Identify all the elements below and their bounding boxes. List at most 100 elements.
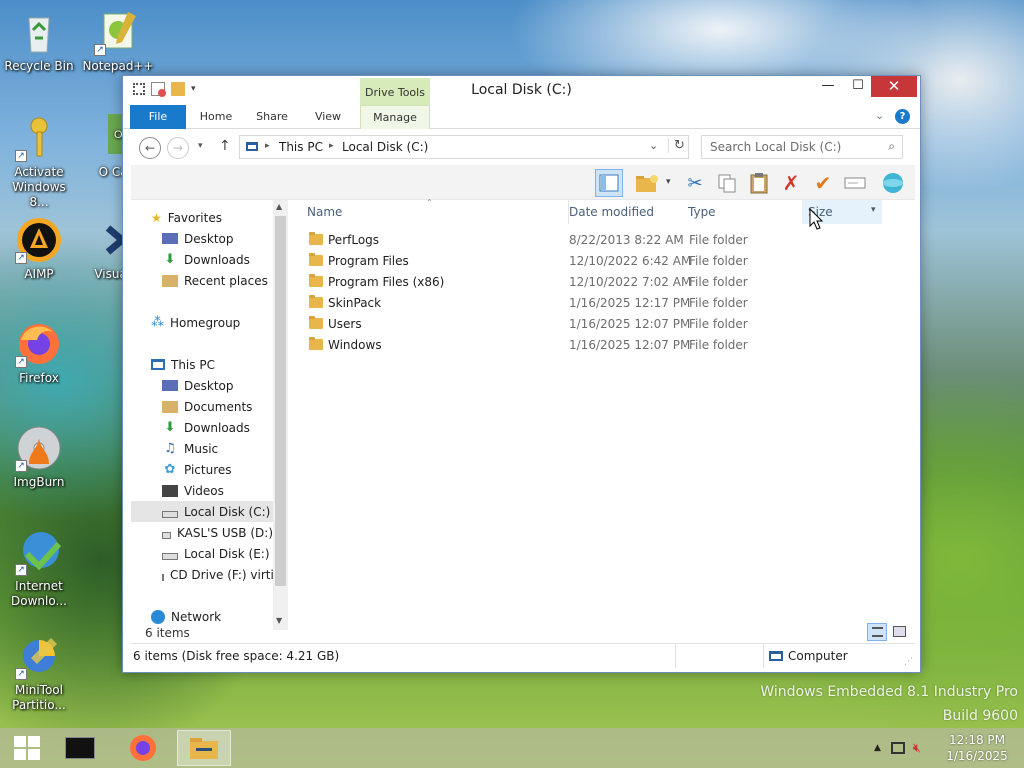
column-header-date-modified[interactable]: Date modified [568,200,654,224]
computer-status-icon [769,651,783,661]
details-view-icon [872,627,883,637]
desktop-icon-recycle-bin[interactable]: Recycle Bin [1,8,77,74]
address-bar[interactable]: ▸ This PC ▸ Local Disk (C:) ⌄ ↻ [239,135,689,159]
desktop-icon-notepadpp[interactable]: ↗ Notepad++ [80,8,156,74]
forward-button[interactable]: → [167,137,189,159]
taskbar-command-prompt[interactable] [53,730,107,766]
desktop-icon-firefox[interactable]: ↗ Firefox [1,320,77,386]
table-row[interactable]: Program Files 12/10/2022 6:42 AM File fold… [289,250,889,271]
scrollbar-thumb[interactable] [275,216,286,586]
network-tray-icon[interactable] [890,742,905,754]
desktop-icon-minitool[interactable]: ↗ MiniTool Partitio... [1,632,77,713]
file-name: Program Files (x86) [328,274,445,289]
table-row[interactable]: PerfLogs 8/22/2013 8:22 AM File folder [289,229,889,250]
nav-pc-downloads[interactable]: ⬇ Downloads [131,417,273,438]
nav-network[interactable]: Network [131,606,273,627]
title-bar[interactable]: ▾ Drive Tools Local Disk (C:) — ☐ ✕ [123,76,920,105]
help-icon[interactable]: ? [895,109,910,124]
properties-button[interactable] [841,169,869,197]
column-header-name[interactable]: Name [307,200,342,224]
window-title: Local Disk (C:) [471,82,572,98]
nav-item-label: Downloads [184,420,250,435]
desktop-icon-activate-windows[interactable]: ↗ Activate Windows 8... [1,114,77,210]
desktop-icon-label: Firefox [19,371,59,385]
recent-locations-icon[interactable]: ▾ [198,141,203,151]
nav-pc-videos[interactable]: Videos [131,480,273,501]
table-row[interactable]: Windows 1/16/2025 12:07 PM File folder [289,334,889,355]
tab-share[interactable]: Share [247,105,297,129]
nav-pc-local-disk-c[interactable]: Local Disk (C:) [131,501,273,522]
address-dropdown-icon[interactable]: ⌄ [649,139,658,152]
table-row[interactable]: Users 1/16/2025 12:07 PM File folder [289,313,889,334]
nav-homegroup[interactable]: ⁂ Homegroup [131,312,273,333]
network-button[interactable] [879,169,907,197]
paste-button[interactable] [745,169,773,197]
up-arrow-icon[interactable]: ↑ [219,138,231,154]
start-button[interactable] [0,730,54,766]
nav-item-label: Music [184,441,219,456]
expand-ribbon-icon[interactable]: ⌄ [875,109,884,122]
column-header-type[interactable]: Type [688,200,716,224]
desktop-icon-internet-download-manager[interactable]: ↗ Internet Downlo... [1,528,77,609]
navigation-pane-button[interactable] [595,169,623,197]
clock[interactable]: 12:18 PM 1/16/2025 [942,732,1012,764]
homegroup-icon: ⁂ [151,315,164,330]
clock-date: 1/16/2025 [946,749,1008,763]
size-column-dropdown-icon[interactable]: ▾ [871,205,876,215]
nav-pc-documents[interactable]: Documents [131,396,273,417]
nav-pc-usb-d[interactable]: KASL'S USB (D:) [131,522,273,543]
hard-drive-icon [162,552,178,560]
rename-button[interactable]: ✔ [809,169,837,197]
show-hidden-icons-icon[interactable]: ▲ [874,743,881,753]
refresh-icon[interactable]: ↻ [668,138,685,153]
new-folder-button[interactable] [633,169,661,197]
desktop-icon-aimp[interactable]: ↗ AIMP [1,216,77,282]
nav-pc-local-disk-e[interactable]: Local Disk (E:) [131,543,273,564]
breadcrumb-separator-icon[interactable]: ▸ [265,141,270,151]
scroll-up-icon[interactable]: ▲ [276,202,282,211]
search-icon[interactable]: ⌕ [888,139,895,154]
nav-favorites[interactable]: ★ Favorites [131,207,273,228]
breadcrumb-this-pc[interactable]: This PC [279,140,323,154]
new-folder-dropdown-icon[interactable]: ▾ [666,177,671,187]
breadcrumb-local-disk[interactable]: Local Disk (C:) [342,140,428,154]
taskbar-file-explorer[interactable] [177,730,231,766]
tab-manage[interactable]: Manage [360,105,430,129]
status-location: Computer [788,649,848,663]
nav-pc-desktop[interactable]: Desktop [131,375,273,396]
folder-icon [309,337,323,350]
desktop-icon-imgburn[interactable]: ↗ ImgBurn [1,424,77,490]
nav-favorites-recent[interactable]: Recent places [131,270,273,291]
volume-muted-icon[interactable]: 🔇︎ [913,741,921,756]
tab-view[interactable]: View [303,105,353,129]
nav-pc-pictures[interactable]: ✿ Pictures [131,459,273,480]
back-button[interactable]: ← [139,137,161,159]
nav-favorites-downloads[interactable]: ⬇ Downloads [131,249,273,270]
table-row[interactable]: Program Files (x86) 12/10/2022 7:02 AM Fil… [289,271,889,292]
table-row[interactable]: SkinPack 1/16/2025 12:17 PM File folder [289,292,889,313]
search-input[interactable]: Search Local Disk (C:) ⌕ [701,135,903,159]
delete-button[interactable]: ✗ [777,169,805,197]
details-view-button[interactable] [867,623,887,641]
cut-button[interactable]: ✂ [681,169,709,197]
nav-this-pc[interactable]: This PC [131,354,273,375]
taskbar-firefox[interactable] [116,730,170,766]
status-divider [675,644,676,668]
resize-grip-icon[interactable]: ⋰ [904,657,913,667]
nav-favorites-desktop[interactable]: Desktop [131,228,273,249]
nav-pc-music[interactable]: ♫ Music [131,438,273,459]
navpane-scrollbar[interactable]: ▲ ▼ [273,200,288,630]
file-type: File folder [689,316,748,331]
tab-home[interactable]: Home [191,105,241,129]
tab-file[interactable]: File [130,105,186,129]
file-date: 1/16/2025 12:07 PM [569,337,691,352]
nav-item-label: Videos [184,483,224,498]
nav-favorites-label: Favorites [167,210,222,225]
large-icons-view-button[interactable] [891,624,909,640]
breadcrumb-separator-icon[interactable]: ▸ [329,141,334,151]
folder-icon [309,274,323,287]
scroll-down-icon[interactable]: ▼ [276,616,282,625]
copy-button[interactable] [713,169,741,197]
nav-pc-cd-drive-f[interactable]: CD Drive (F:) virti [131,564,273,585]
close-button[interactable]: ✕ [871,76,917,97]
